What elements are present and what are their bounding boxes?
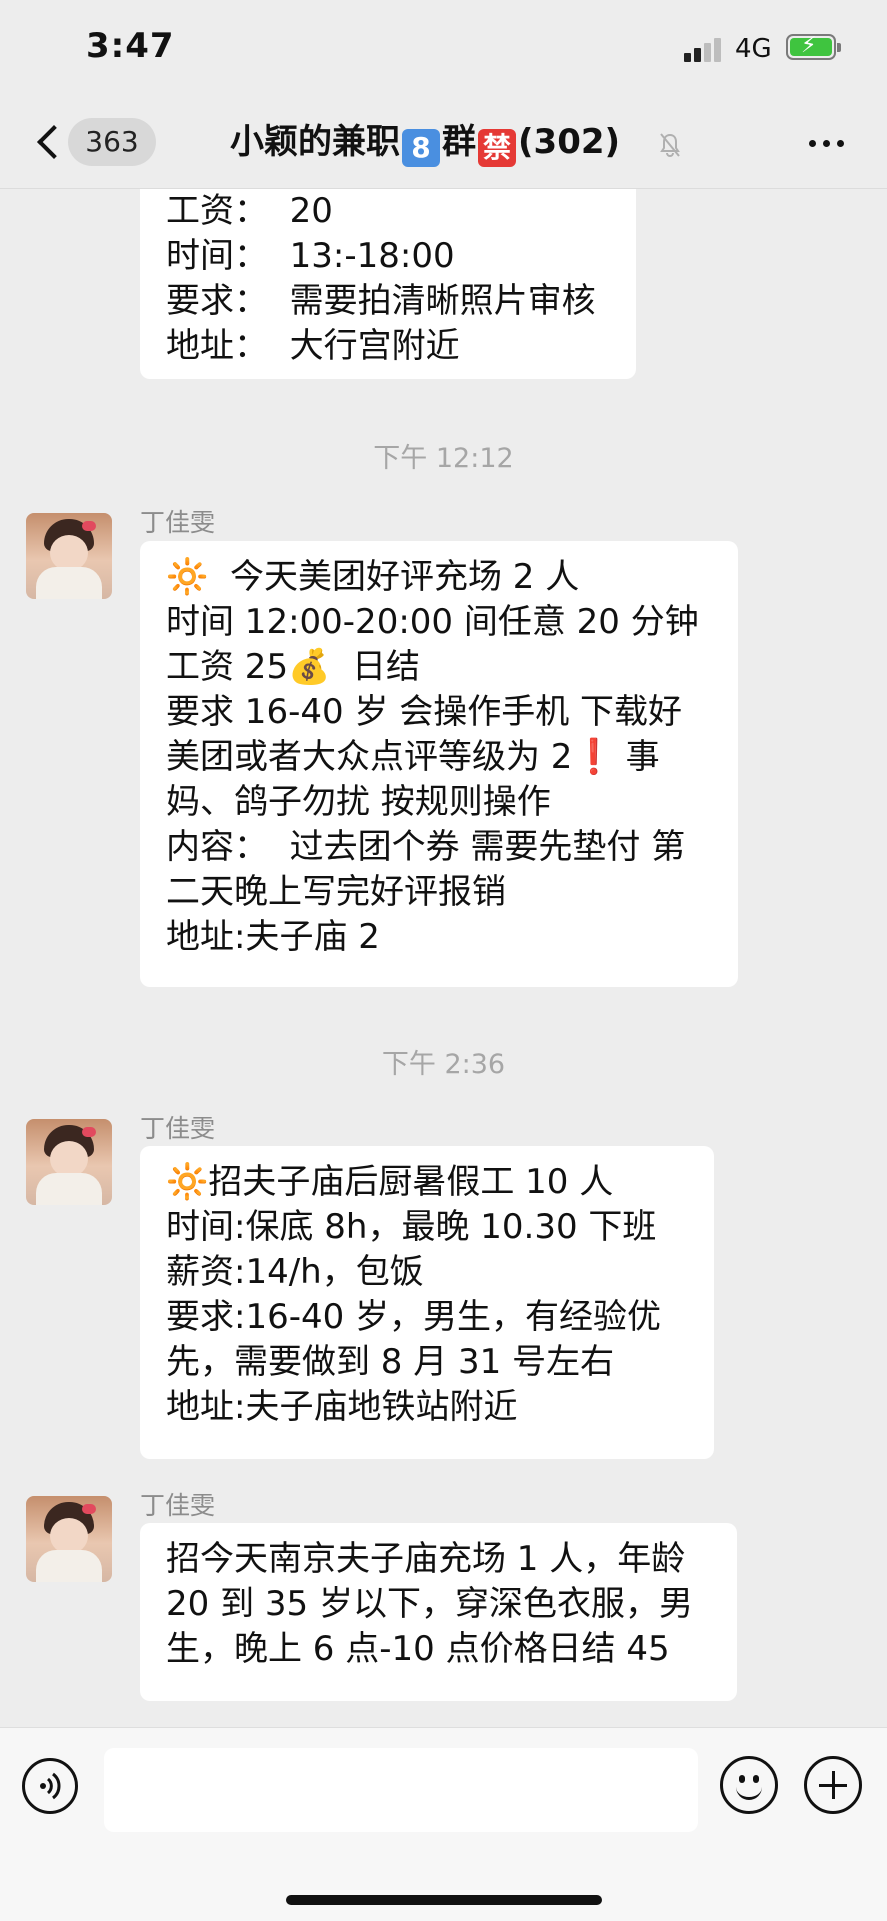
status-time: 3:47 [86,26,175,66]
forbidden-badge: 禁 [478,129,516,167]
emoji-icon[interactable] [720,1756,778,1814]
timestamp: 下午 2:36 [381,1049,506,1080]
chat-title: 小颖的兼职 8 群禁 (302) [230,120,620,167]
chat-title-text: 小颖的兼职 [230,122,400,162]
battery-icon: ⚡ [786,33,841,60]
voice-input-icon[interactable] [22,1758,78,1814]
message-input[interactable] [104,1748,698,1832]
sender-name: 丁佳雯 [140,1114,216,1143]
message-list[interactable]: 工资： 20 时间： 13:-18:00 要求： 需要拍清晰照片审核 地址： 大… [0,189,887,1727]
more-options-icon[interactable] [805,128,849,158]
signal-icon [684,36,724,62]
network-type: 4G [735,34,772,64]
member-count: (302) [518,122,621,162]
avatar[interactable] [26,1496,112,1582]
home-indicator[interactable] [286,1895,602,1905]
message-bubble[interactable]: 🔆 今天美团好评充场 2 人 时间 12:00-20:00 间任意 20 分钟 … [140,541,738,987]
input-bar [0,1727,887,1921]
unread-count-badge[interactable]: 363 [68,118,156,166]
keycap-number-badge: 8 [402,129,440,167]
charging-bolt-icon: ⚡ [801,33,817,58]
chat-title-suffix: 群 [442,122,476,162]
message-bubble[interactable]: 招今天南京夫子庙充场 1 人，年龄 20 到 35 岁以下，穿深色衣服，男生，晚… [140,1523,737,1701]
message-bubble[interactable]: 工资： 20 时间： 13:-18:00 要求： 需要拍清晰照片审核 地址： 大… [140,189,636,379]
back-arrow-icon[interactable] [32,120,62,164]
add-attachment-icon[interactable] [804,1756,862,1814]
avatar[interactable] [26,513,112,599]
sender-name: 丁佳雯 [140,508,216,537]
avatar[interactable] [26,1119,112,1205]
muted-bell-icon [660,133,680,157]
status-bar: 3:47 4G ⚡ [0,0,887,98]
timestamp: 下午 12:12 [373,443,514,474]
chat-header: 363 小颖的兼职 8 群禁 (302) [0,98,887,189]
message-bubble[interactable]: 🔆招夫子庙后厨暑假工 10 人 时间:保底 8h，最晚 10.30 下班 薪资:… [140,1146,714,1459]
sender-name: 丁佳雯 [140,1491,216,1520]
